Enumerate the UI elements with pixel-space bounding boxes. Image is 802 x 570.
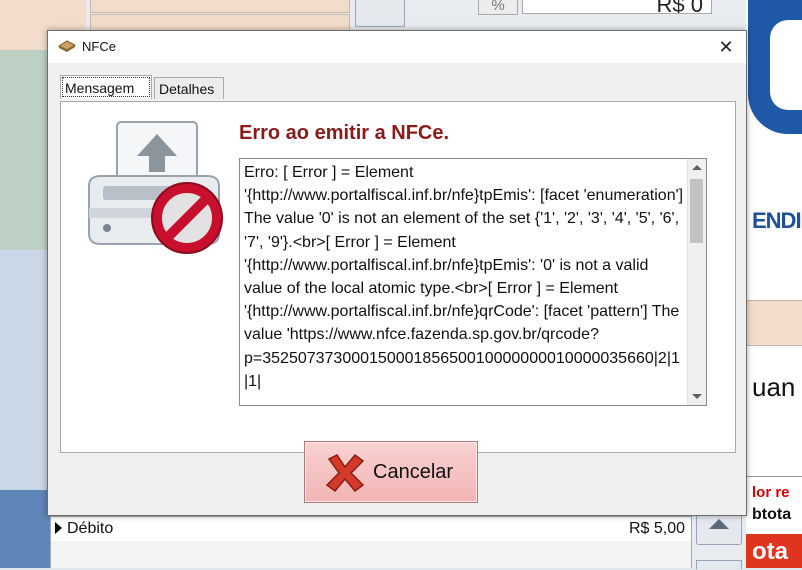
tab-detalhes[interactable]: Detalhes: [154, 77, 224, 99]
dialog-title: NFCe: [82, 39, 116, 54]
valor-label: lor re: [752, 484, 790, 501]
error-heading: Erro ao emitir a NFCe.: [239, 122, 450, 144]
close-button[interactable]: ✕: [706, 31, 746, 63]
error-message-textbox[interactable]: Erro: [ Error ] = Element '{http://www.p…: [239, 158, 707, 406]
cancel-button[interactable]: Cancelar: [304, 441, 478, 503]
banner-text: ENDIM: [752, 208, 802, 233]
payment-value: R$ 5,00: [628, 520, 685, 537]
message-scrollbar[interactable]: [687, 159, 706, 405]
scroll-up-arrow-icon[interactable]: [692, 165, 702, 170]
quantity-label: uan: [752, 372, 796, 402]
payment-row[interactable]: [50, 541, 692, 568]
arrow-up-icon: [709, 519, 729, 529]
dialog-titlebar[interactable]: NFCe ✕: [48, 31, 746, 63]
top-product-button[interactable]: [90, 0, 350, 13]
payment-method: Débito: [67, 520, 114, 537]
total-label: ota: [746, 534, 802, 568]
price-field: R$ 0: [522, 0, 712, 14]
cancel-button-label: Cancelar: [373, 461, 454, 483]
tab-panel-mensagem: Erro ao emitir a NFCe. Erro: [ Error ] =…: [60, 101, 736, 453]
row-selector-icon: [55, 522, 62, 534]
scrollbar-thumb[interactable]: [690, 179, 703, 243]
percent-button[interactable]: %: [478, 0, 518, 15]
app-icon: [58, 40, 76, 52]
scroll-down-arrow-icon[interactable]: [692, 394, 702, 399]
subtotal-label: btota: [752, 506, 792, 523]
tab-mensagem[interactable]: Mensagem: [60, 75, 152, 99]
error-message-text: Erro: [ Error ] = Element '{http://www.p…: [244, 164, 688, 390]
payment-row[interactable]: Débito R$ 5,00: [50, 516, 692, 542]
red-x-icon: [325, 453, 365, 493]
scroll-button[interactable]: [355, 0, 405, 27]
right-panel-field: [746, 300, 802, 346]
nfce-dialog: NFCe ✕ Mensagem Detalhes Erro ao emitir …: [47, 30, 747, 516]
brand-logo-shape: [770, 20, 802, 110]
printer-error-icon: [88, 121, 223, 254]
